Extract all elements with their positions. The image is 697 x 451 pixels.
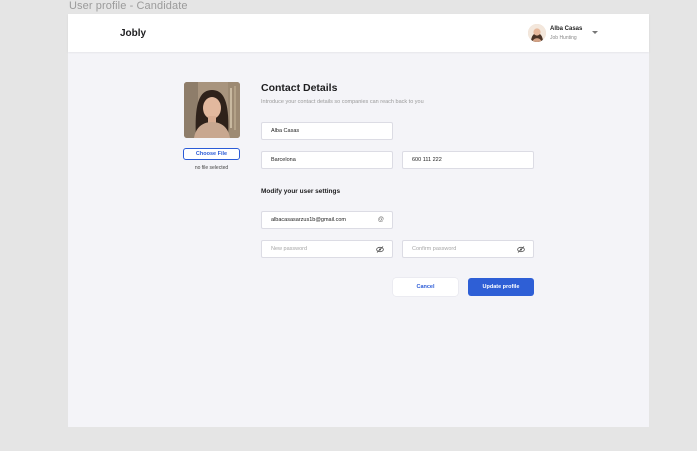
contact-details-subtitle: Introduce your contact details so compan… xyxy=(261,99,424,105)
user-name[interactable]: Alba Casas xyxy=(550,26,582,32)
eye-off-glyph xyxy=(376,246,384,253)
confirm-password-placeholder: Confirm password xyxy=(412,246,457,252)
phone-field-value: 600 111 222 xyxy=(412,157,442,163)
new-password-placeholder: New password xyxy=(271,246,308,252)
city-field-value: Barcelona xyxy=(271,157,296,163)
eye-off-icon[interactable] xyxy=(376,246,384,256)
top-navigation-bar: Jobly Alba Casas Job Hunting xyxy=(68,14,649,52)
confirm-password-field[interactable]: Confirm password xyxy=(402,240,534,258)
email-field[interactable]: albacasasarzus1b@gmail.com @ xyxy=(261,211,393,229)
eye-off-glyph xyxy=(517,246,525,253)
email-field-value: albacasasarzus1b@gmail.com xyxy=(271,217,346,223)
city-field[interactable]: Barcelona xyxy=(261,151,393,169)
choose-file-button[interactable]: Choose File xyxy=(183,148,240,160)
update-profile-button[interactable]: Update profile xyxy=(468,278,534,296)
frame-title: User profile - Candidate xyxy=(69,0,188,12)
at-sign-icon: @ xyxy=(377,217,384,223)
contact-details-title: Contact Details xyxy=(261,82,338,94)
app-logo[interactable]: Jobly xyxy=(120,28,146,39)
user-settings-title: Modify your user settings xyxy=(261,188,341,195)
profile-photo-image xyxy=(184,82,240,138)
file-status-text: no file selected xyxy=(194,165,229,171)
chevron-down-icon[interactable] xyxy=(592,31,598,34)
profile-photo xyxy=(184,82,240,138)
user-status: Job Hunting xyxy=(550,35,577,41)
name-field-value: Alba Casas xyxy=(271,128,300,134)
new-password-field[interactable]: New password xyxy=(261,240,393,258)
cancel-button[interactable]: Cancel xyxy=(393,278,458,296)
phone-field[interactable]: 600 111 222 xyxy=(402,151,534,169)
eye-off-icon[interactable] xyxy=(517,246,525,256)
name-field[interactable]: Alba Casas xyxy=(261,122,393,140)
profile-page: Jobly Alba Casas Job Hunting Choose File xyxy=(68,14,649,427)
user-avatar[interactable] xyxy=(528,24,546,42)
avatar-image xyxy=(528,24,546,42)
